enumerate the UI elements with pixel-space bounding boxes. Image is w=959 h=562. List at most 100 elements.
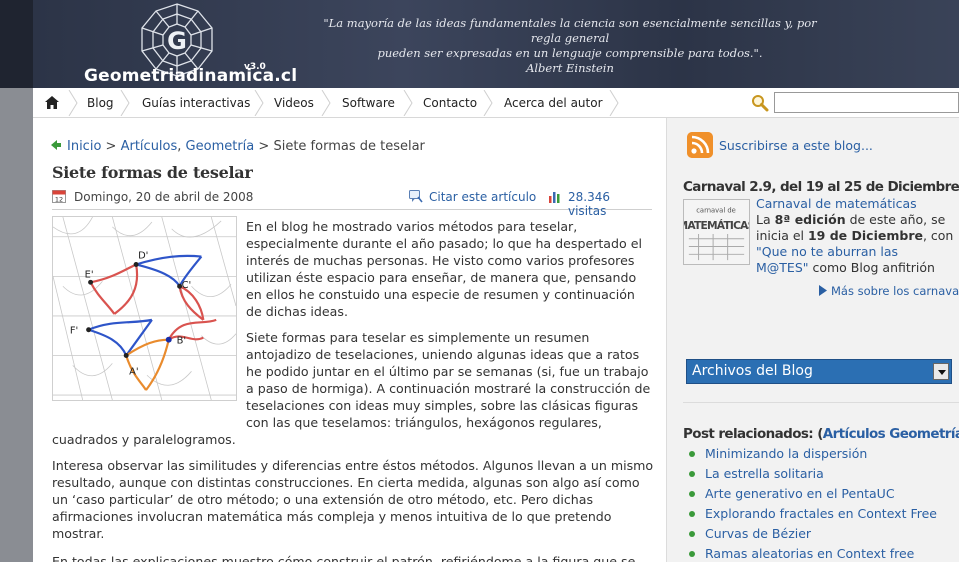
carnaval-logo[interactable]: carnaval de MATEMÁTICAS [683, 199, 750, 265]
related-item-label[interactable]: Minimizando la dispersión [705, 446, 867, 461]
carnaval-host-link[interactable]: M@TES" [756, 260, 809, 275]
text-line: Interesa observar las similitudes y dife… [52, 458, 654, 473]
quote-bubble-icon[interactable] [409, 190, 423, 203]
carnaval-text: La [756, 212, 775, 227]
text-line: un ‘caso particular’ de otro método; o u… [52, 492, 594, 507]
related-item-label[interactable]: Explorando fractales en Context Free [705, 506, 937, 521]
text-line: cuadrados y paralelogramos. [52, 432, 236, 447]
text-line: antojadizo de teselaciones, uniendo algu… [246, 347, 640, 362]
post-paragraph: En todas las explicaciones muestro cómo … [52, 553, 635, 562]
breadcrumb-separator: > [258, 139, 270, 154]
related-item-label[interactable]: Ramas aleatorias en Context free [705, 546, 914, 561]
breadcrumb-category[interactable]: Geometría [186, 139, 255, 154]
text-line: especialmente durante el año pasado; lo … [246, 236, 642, 251]
post-date: Domingo, 20 de abril de 2008 [74, 190, 254, 204]
breadcrumb-separator: > [105, 139, 117, 154]
figure-label: A' [129, 366, 138, 377]
text-line: he podido juntar en el último par se sem… [246, 364, 649, 379]
nav-separator-icon [68, 90, 78, 116]
nav-item-software[interactable]: Software [342, 88, 395, 118]
related-category-link[interactable]: Artículos Geometría [823, 426, 959, 442]
nav-separator-icon [609, 90, 619, 116]
site-header: G Geometriadinamica.cl v3.0 "La mayoría … [0, 0, 959, 88]
nav-item-blog[interactable]: Blog [87, 88, 114, 118]
tessellation-figure: D' E' C' F' B' A' [52, 216, 237, 401]
quote-line: "La mayoría de las ideas fundamentales l… [323, 16, 817, 45]
svg-text:G: G [167, 27, 187, 55]
site-version: v3.0 [244, 62, 266, 72]
post-title: Siete formas de teselar [52, 163, 253, 182]
post-paragraph: Siete formas para teselar es simplemente… [246, 329, 650, 431]
figure-label: F' [70, 326, 78, 337]
bullet-icon [689, 491, 695, 497]
bullet-icon [689, 471, 695, 477]
carnaval-logo-text: MATEMÁTICAS [683, 219, 750, 232]
related-item-label[interactable]: Arte generativo en el PentaUC [705, 486, 895, 501]
nav-separator-icon [321, 90, 331, 116]
carnaval-date: 19 de Diciembre [807, 228, 923, 243]
carnaval-line: M@TES" como Blog anfitrión [756, 260, 935, 276]
page-body: Inicio > Artículos, Geometría > Siete fo… [33, 118, 959, 562]
back-arrow-icon[interactable] [51, 140, 61, 150]
text-line: afirmaciones involucran matemática más c… [52, 509, 612, 524]
cite-article-link[interactable]: Citar este artículo [429, 190, 536, 204]
figure-label: B' [177, 336, 187, 347]
post-paragraph: cuadrados y paralelogramos. [52, 431, 236, 448]
nav-item-videos[interactable]: Videos [274, 88, 314, 118]
carnaval-line: inicia el 19 de Diciembre, con [756, 228, 953, 244]
quote-line: pueden ser expresadas en un lenguaje com… [377, 46, 763, 60]
text-line: En todas las explicaciones muestro cómo … [52, 554, 636, 562]
figure-label: E' [85, 269, 94, 280]
subscribe-link[interactable]: Suscribirse a este blog... [719, 138, 873, 153]
sidebar: Suscribirse a este blog... Carnaval 2.9,… [666, 118, 959, 562]
nav-separator-icon [403, 90, 413, 116]
carnaval-text: como Blog anfitrión [808, 260, 935, 275]
breadcrumb: Inicio > Artículos, Geometría > Siete fo… [51, 139, 425, 154]
carnaval-host-link[interactable]: "Que no te aburran las [756, 244, 898, 259]
search-input[interactable] [774, 92, 959, 113]
nav-separator-icon [120, 90, 130, 116]
nav-item-contacto[interactable]: Contacto [423, 88, 477, 118]
related-item-label[interactable]: Curvas de Bézier [705, 526, 811, 541]
rss-icon[interactable] [687, 132, 713, 158]
calendar-icon: 12 [52, 190, 66, 203]
carnaval-edition: 8ª edición [774, 212, 846, 227]
text-line: utilizan éste espacio para enseñar, de m… [246, 270, 637, 285]
main-content: Inicio > Artículos, Geometría > Siete fo… [33, 118, 666, 562]
bullet-icon [689, 451, 695, 457]
nav-item-guias[interactable]: Guías interactivas [142, 88, 250, 118]
text-line: interés de muchas personas. He visto com… [246, 253, 635, 268]
breadcrumb-home[interactable]: Inicio [67, 139, 101, 154]
visit-count: 28.346 visitas [568, 190, 610, 218]
quote-author: Albert Einstein [526, 61, 614, 75]
arrow-right-icon [819, 285, 827, 296]
home-icon[interactable] [45, 96, 59, 109]
related-heading: Post relacionados: (Artículos Geometría) [683, 426, 959, 442]
chevron-down-icon[interactable] [933, 363, 949, 380]
carnaval-heading: Carnaval 2.9, del 19 al 25 de Diciembre [683, 179, 959, 195]
archive-dropdown-label: Archivos del Blog [692, 363, 813, 379]
bar-chart-icon [549, 192, 560, 203]
header-quote: "La mayoría de las ideas fundamentales l… [310, 16, 830, 76]
related-prefix: Post relacionados: ( [683, 426, 823, 442]
search-icon[interactable] [751, 94, 769, 112]
text-line: En el blog he mostrado varios métodos pa… [246, 219, 578, 234]
carnaval-more-link[interactable]: Más sobre los carnavales... [831, 284, 959, 298]
text-line: teselaciones con ideas muy simples, sobr… [246, 398, 639, 413]
text-line: en ellos he constuido una especie de res… [246, 287, 635, 302]
archive-dropdown[interactable]: Archivos del Blog [686, 359, 952, 384]
text-line: resultado, aunque con distintas construc… [52, 475, 640, 490]
carnaval-text: , con [922, 228, 954, 243]
nav-item-acerca[interactable]: Acerca del autor [504, 88, 603, 118]
carnaval-text: inicia el [756, 228, 808, 243]
breadcrumb-current: Siete formas de teselar [273, 139, 425, 154]
figure-label: C' [182, 280, 192, 291]
carnaval-line: Carnaval de matemáticas [756, 196, 917, 212]
related-item-label[interactable]: La estrella solitaria [705, 466, 824, 481]
post-paragraph: Interesa observar las similitudes y dife… [52, 457, 653, 542]
carnaval-link[interactable]: Carnaval de matemáticas [756, 196, 917, 211]
figure-label: D' [138, 251, 148, 262]
breadcrumb-articles[interactable]: Artículos [121, 139, 178, 154]
text-line: mostrar. [52, 526, 105, 541]
bullet-icon [689, 511, 695, 517]
